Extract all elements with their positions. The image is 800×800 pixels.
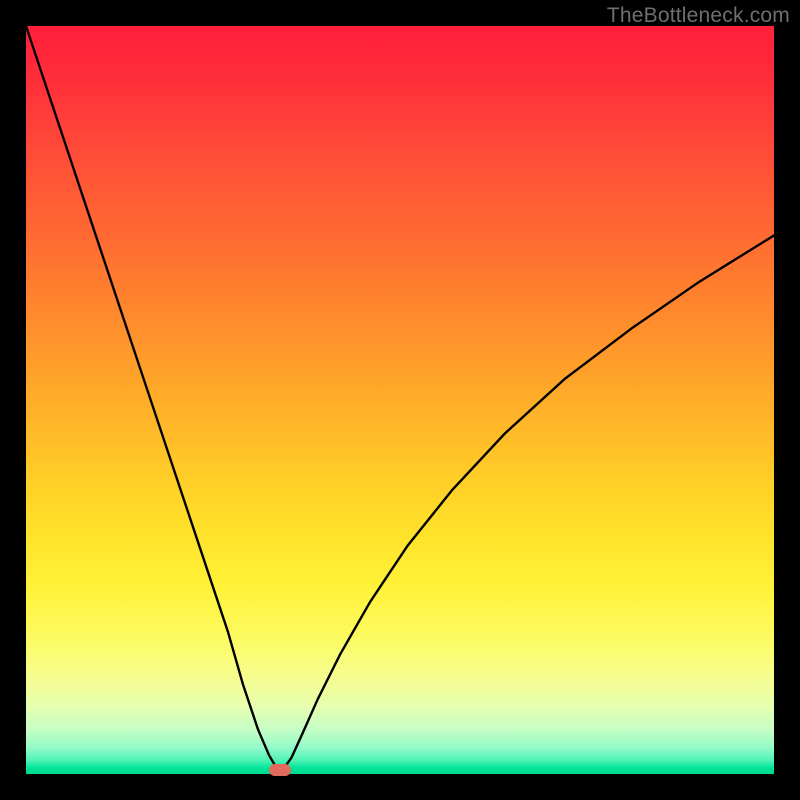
optimal-marker (269, 764, 291, 776)
attribution-label: TheBottleneck.com (607, 4, 790, 28)
plot-area (26, 26, 774, 774)
bottleneck-curve (26, 26, 774, 771)
chart-frame: TheBottleneck.com (0, 0, 800, 800)
curve-svg (26, 26, 774, 774)
